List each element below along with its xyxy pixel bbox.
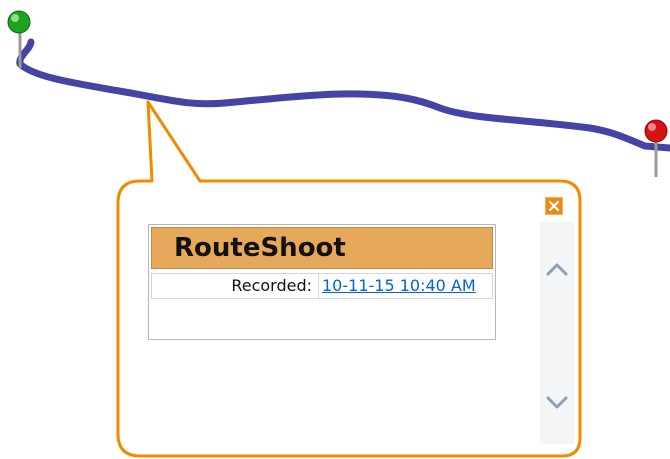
- recorded-row: Recorded: 10-11-15 10:40 AM: [151, 273, 493, 299]
- popup-info-table: RouteShoot Recorded: 10-11-15 10:40 AM: [148, 224, 496, 340]
- close-icon: [548, 200, 560, 212]
- recorded-value-link[interactable]: 10-11-15 10:40 AM: [319, 274, 493, 298]
- green-pin-highlight: [11, 14, 19, 22]
- recorded-label: Recorded:: [151, 274, 319, 298]
- start-marker[interactable]: [7, 10, 31, 68]
- green-pin-icon: [7, 10, 31, 34]
- popup-scrollbar[interactable]: [540, 222, 574, 444]
- red-pin-highlight: [648, 123, 656, 131]
- red-pin-icon: [644, 119, 668, 143]
- chevron-up-icon[interactable]: [540, 254, 574, 284]
- popup-title: RouteShoot: [151, 227, 493, 269]
- route-line[interactable]: [16, 38, 670, 152]
- popup-close-button[interactable]: [545, 197, 563, 215]
- chevron-down-icon[interactable]: [540, 388, 574, 418]
